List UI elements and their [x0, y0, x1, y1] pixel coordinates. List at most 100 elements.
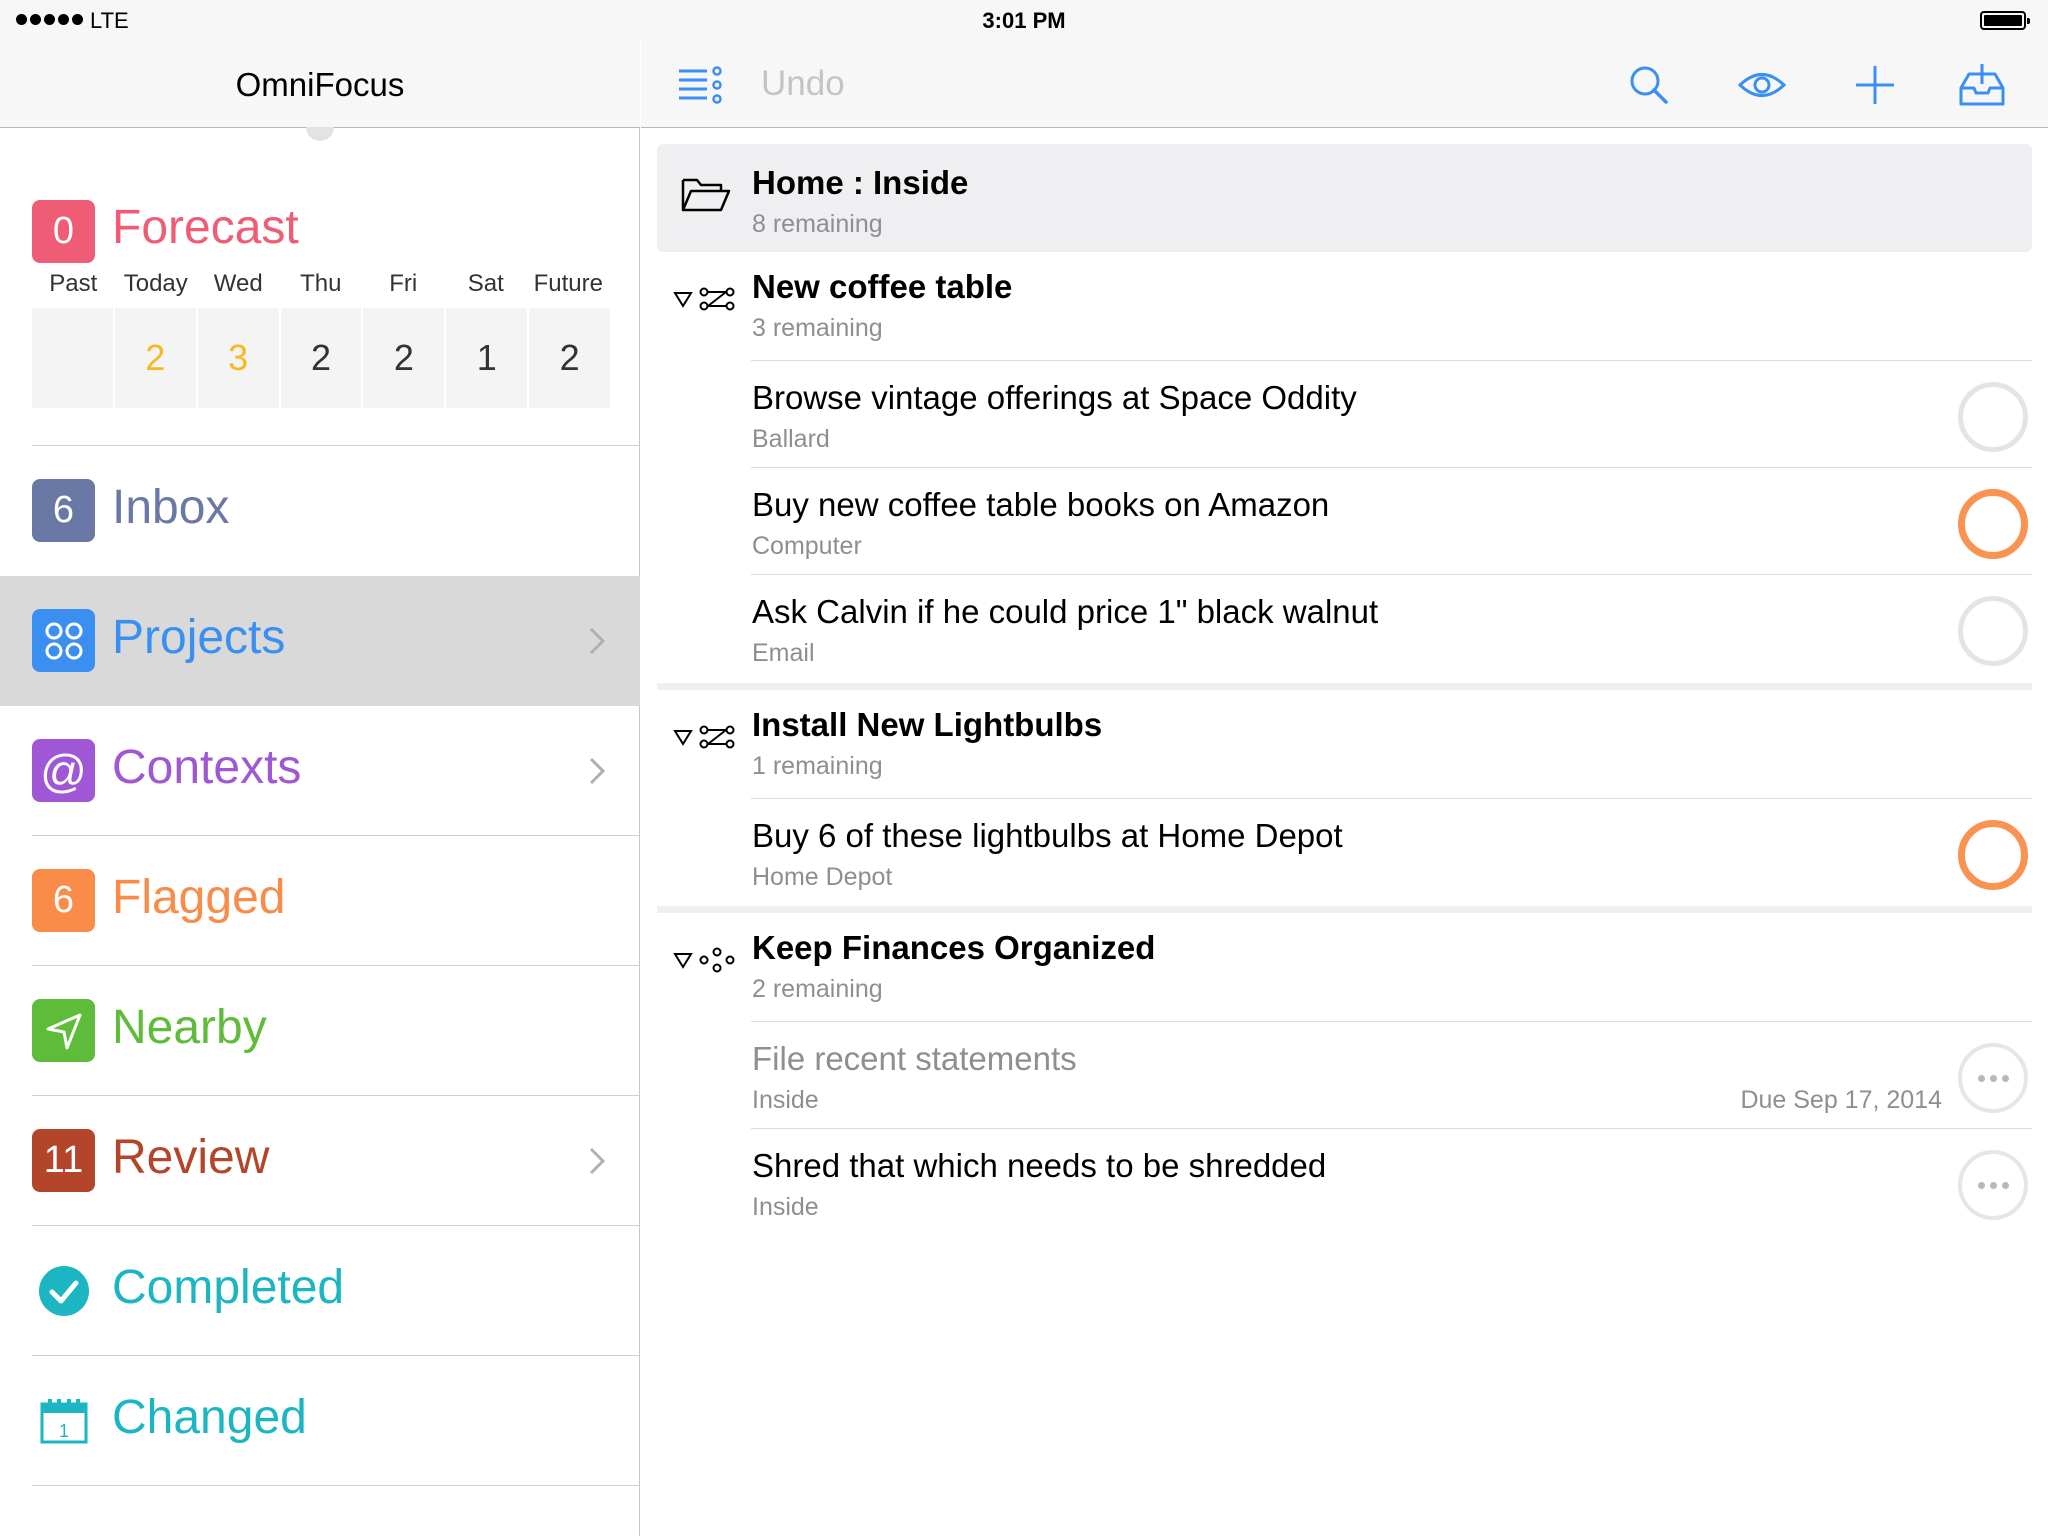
toolbar: Undo	[641, 40, 2048, 128]
folder-header[interactable]: Home : Inside 8 remaining	[657, 144, 2032, 252]
clock: 3:01 PM	[982, 8, 1066, 33]
folder-remaining: 8 remaining	[752, 210, 883, 238]
sidebar-item-label: Changed	[112, 1391, 307, 1444]
sidebar-item-label: Projects	[112, 611, 286, 664]
sidebar: OmniFocus 0 Forecast Past Today Wed Thu …	[0, 40, 640, 1536]
task-context: Inside	[752, 1086, 819, 1114]
group-divider	[657, 683, 2032, 690]
forecast-day-label: Today	[123, 270, 188, 297]
sidebar-item-nearby[interactable]: Nearby	[0, 966, 640, 1096]
perspective-list-icon[interactable]	[675, 60, 725, 110]
task-row[interactable]: Buy 6 of these lightbulbs at Home Depot …	[751, 798, 2032, 905]
forecast-day-cell[interactable]	[32, 308, 113, 408]
project-row[interactable]: Install New Lightbulbs 1 remaining	[657, 690, 2032, 798]
project-title: New coffee table	[752, 268, 1013, 305]
sidebar-item-label: Completed	[112, 1261, 345, 1314]
task-row[interactable]: Shred that which needs to be shredded In…	[751, 1128, 2032, 1235]
status-bar: LTE 3:01 PM	[0, 0, 2048, 40]
task-title: Buy 6 of these lightbulbs at Home Depot	[752, 817, 1343, 854]
chevron-right-icon	[589, 757, 606, 785]
folder-title: Home : Inside	[752, 164, 969, 201]
task-title: Ask Calvin if he could price 1" black wa…	[752, 593, 1379, 630]
inbox-badge: 6	[32, 479, 95, 542]
single-action-list-icon	[699, 947, 735, 973]
location-arrow-icon	[32, 999, 95, 1062]
task-title: Browse vintage offerings at Space Oddity	[752, 379, 1357, 416]
project-title: Keep Finances Organized	[752, 929, 1156, 966]
forecast-day-cell[interactable]: 2	[114, 308, 196, 408]
task-checkbox[interactable]	[1958, 382, 2028, 452]
sidebar-item-review[interactable]: 11 Review	[0, 1096, 640, 1226]
forecast-day-cell[interactable]: 1	[446, 308, 528, 408]
forecast-day-cell[interactable]: 2	[363, 308, 445, 408]
checkmark-circle-icon	[32, 1259, 95, 1322]
forecast-day-cell[interactable]: 2	[280, 308, 362, 408]
forecast-day-label: Future	[533, 270, 603, 297]
task-row[interactable]: File recent statements Inside Due Sep 17…	[751, 1021, 2032, 1128]
task-checkbox-blocked[interactable]	[1958, 1043, 2028, 1113]
forecast-day-label: Fri	[389, 270, 418, 297]
add-icon[interactable]	[1850, 60, 1900, 110]
task-due-date: Due Sep 17, 2014	[1740, 1086, 1942, 1114]
disclosure-triangle-icon[interactable]	[673, 728, 693, 746]
sidebar-item-projects[interactable]: Projects	[0, 576, 640, 706]
search-icon[interactable]	[1624, 60, 1674, 110]
app-title: OmniFocus	[235, 66, 405, 103]
flagged-badge: 6	[32, 869, 95, 932]
project-remaining: 1 remaining	[752, 752, 883, 780]
forecast-day-cell[interactable]: 3	[197, 308, 279, 408]
task-context: Computer	[752, 532, 862, 560]
project-row[interactable]: Keep Finances Organized 2 remaining	[657, 913, 2032, 1021]
group-divider	[657, 906, 2032, 913]
disclosure-triangle-icon[interactable]	[673, 951, 693, 969]
forecast-day-label: Thu	[300, 270, 342, 297]
project-title: Install New Lightbulbs	[752, 706, 1103, 743]
eye-icon[interactable]	[1737, 60, 1787, 110]
task-row[interactable]: Ask Calvin if he could price 1" black wa…	[751, 574, 2032, 681]
task-context: Ballard	[752, 425, 830, 453]
projects-icon	[32, 609, 95, 672]
task-row[interactable]: Buy new coffee table books on Amazon Com…	[751, 467, 2032, 574]
sidebar-item-label: Nearby	[112, 1001, 267, 1054]
task-row[interactable]: Browse vintage offerings at Space Oddity…	[751, 360, 2032, 467]
sidebar-item-changed[interactable]: 1 Changed	[0, 1356, 640, 1486]
forecast-day-label: Past	[49, 270, 98, 297]
task-checkbox[interactable]	[1958, 596, 2028, 666]
battery-icon	[1980, 11, 2030, 30]
task-checkbox-flagged[interactable]	[1958, 820, 2028, 890]
disclosure-triangle-icon[interactable]	[673, 290, 693, 308]
project-remaining: 2 remaining	[752, 975, 883, 1003]
undo-button[interactable]: Undo	[761, 64, 845, 104]
task-context: Email	[752, 639, 815, 667]
task-title: File recent statements	[752, 1040, 1077, 1077]
sequential-project-icon	[699, 725, 735, 749]
sidebar-item-forecast[interactable]: 0 Forecast Past Today Wed Thu Fri Sat Fu…	[0, 128, 640, 446]
project-remaining: 3 remaining	[752, 314, 883, 342]
sidebar-item-label: Flagged	[112, 871, 286, 924]
task-checkbox-blocked[interactable]	[1958, 1150, 2028, 1220]
project-row[interactable]: New coffee table 3 remaining	[657, 252, 2032, 360]
chevron-right-icon	[589, 627, 606, 655]
sidebar-item-inbox[interactable]: 6 Inbox	[0, 446, 640, 576]
calendar-icon: 1	[32, 1389, 95, 1452]
sidebar-item-label: Review	[112, 1131, 270, 1184]
forecast-day-cells: 2 3 2 2 1 2	[32, 308, 611, 408]
sidebar-item-contexts[interactable]: @ Contexts	[0, 706, 640, 836]
forecast-day-labels: Past Today Wed Thu Fri Sat Future	[32, 270, 610, 298]
forecast-day-cell[interactable]: 2	[529, 308, 611, 408]
forecast-day-label: Wed	[213, 270, 263, 297]
task-context: Home Depot	[752, 863, 893, 891]
task-context: Inside	[752, 1193, 819, 1221]
forecast-label: Forecast	[112, 201, 299, 254]
review-badge: 11	[32, 1129, 95, 1192]
sidebar-item-completed[interactable]: Completed	[0, 1226, 640, 1356]
divider	[32, 1485, 640, 1486]
task-checkbox-flagged[interactable]	[1958, 489, 2028, 559]
folder-icon	[681, 178, 731, 212]
sidebar-item-flagged[interactable]: 6 Flagged	[0, 836, 640, 966]
forecast-badge: 0	[32, 200, 95, 263]
task-title: Shred that which needs to be shredded	[752, 1147, 1327, 1184]
sidebar-header: OmniFocus	[0, 40, 640, 128]
inbox-add-icon[interactable]	[1957, 60, 2007, 110]
forecast-day-label: Sat	[467, 270, 504, 297]
